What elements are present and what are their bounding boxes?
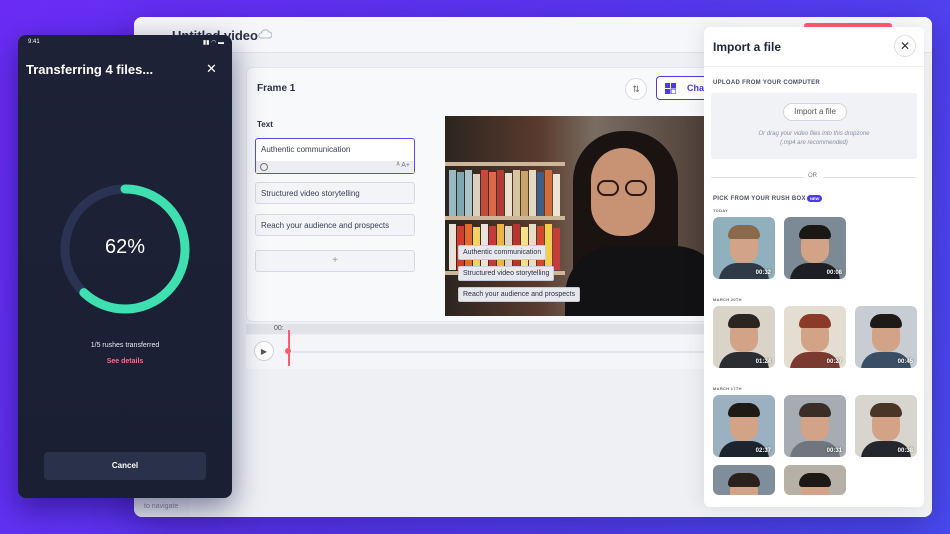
date-label-march-20: MARCH 20TH <box>713 297 742 302</box>
panel-title: Import a file <box>713 40 782 54</box>
dropzone[interactable]: Import a file Or drag your video files i… <box>711 93 917 159</box>
play-button[interactable]: ▶ <box>254 341 274 361</box>
reorder-button[interactable]: ⇅ <box>625 78 647 100</box>
phone-screen: 9:41 ▮▮ ◠ ▬ Transferring 4 files... ✕ 62… <box>18 35 232 498</box>
date-label-march-17: MARCH 17TH <box>713 386 742 391</box>
timeline-time: 00: <box>274 325 284 332</box>
status-time: 9:41 <box>28 39 40 45</box>
status-icons: ▮▮ ◠ ▬ <box>202 40 224 46</box>
timeline-track[interactable] <box>292 351 712 353</box>
import-file-button[interactable]: Import a file <box>783 103 847 121</box>
playhead-handle[interactable] <box>285 348 291 354</box>
video-preview[interactable]: Authentic communication Structured video… <box>445 116 717 316</box>
text-field-3-value: Reach your audience and prospects <box>261 221 390 230</box>
font-size-icon[interactable]: ᴬ A+ <box>397 162 411 169</box>
divider <box>704 66 924 67</box>
rush-thumbnail[interactable]: 01:24 <box>713 306 775 368</box>
play-icon: ▶ <box>260 347 268 356</box>
rush-duration: 00:31 <box>826 448 842 454</box>
frame-title: Frame 1 <box>257 83 296 94</box>
drop-hint: Or drag your video files into this dropz… <box>711 130 917 148</box>
person-body <box>565 246 717 316</box>
rush-thumbnail[interactable]: 00:38 <box>855 395 917 457</box>
text-field-3[interactable]: Reach your audience and prospects <box>255 214 415 236</box>
add-text-button[interactable]: + <box>255 250 415 272</box>
reorder-icon: ⇅ <box>632 84 640 94</box>
layout-grid-icon <box>665 83 676 94</box>
navigation-hint: to navigate <box>144 503 179 510</box>
rush-thumbnail[interactable] <box>784 465 846 495</box>
add-icon: + <box>332 255 338 266</box>
glasses <box>625 180 647 196</box>
text-toolbar: ᴬ A+ <box>256 161 414 173</box>
rush-thumbnail[interactable]: 00:31 <box>784 395 846 457</box>
divider <box>823 177 917 178</box>
caption-1: Authentic communication <box>458 245 547 260</box>
date-label-today: TODAY <box>713 208 729 213</box>
rush-duration: 00:38 <box>897 448 913 454</box>
rush-box-heading: PICK FROM YOUR RUSH BOX <box>713 196 806 202</box>
cancel-button[interactable]: Cancel <box>44 452 206 480</box>
rush-duration: 01:24 <box>755 359 771 365</box>
rush-duration: 00:32 <box>755 270 771 276</box>
rush-thumbnail[interactable]: 00:08 <box>784 217 846 279</box>
close-icon[interactable]: ✕ <box>206 61 217 77</box>
emoji-icon[interactable] <box>260 163 268 171</box>
timeline-ruler <box>246 324 716 334</box>
drop-hint-line-2: (.mp4 are recommended) <box>780 140 848 146</box>
rushes-transferred: 1/5 rushes transferred <box>90 342 160 349</box>
rush-thumbnail[interactable]: 00:32 <box>713 217 775 279</box>
frame-card: Frame 1 ⇅ Change Text Authentic communic… <box>246 67 726 322</box>
rush-thumbnail[interactable]: 02:37 <box>713 395 775 457</box>
upload-heading: UPLOAD FROM YOUR COMPUTER <box>713 80 821 86</box>
see-details-link[interactable]: See details <box>18 358 232 365</box>
transfer-title: Transferring 4 files... <box>26 62 154 77</box>
caption-2: Structured video storytelling <box>458 266 555 281</box>
divider <box>711 177 805 178</box>
rush-thumbnail[interactable]: 00:45 <box>855 306 917 368</box>
books-row <box>449 166 569 216</box>
text-field-2[interactable]: Structured video storytelling <box>255 182 415 204</box>
drop-hint-line-1: Or drag your video files into this dropz… <box>758 131 870 137</box>
rush-duration: 00:27 <box>826 359 842 365</box>
rush-duration: 00:45 <box>897 359 913 365</box>
or-label: OR <box>808 173 817 179</box>
glasses <box>597 180 619 196</box>
rush-thumbnail[interactable]: 00:27 <box>784 306 846 368</box>
new-badge: NEW <box>807 195 823 202</box>
text-field-1[interactable]: Authentic communication ᴬ A+ <box>255 138 415 174</box>
rush-duration: 00:08 <box>826 270 842 276</box>
caption-3: Reach your audience and prospects <box>458 287 581 302</box>
cloud-icon <box>258 29 272 39</box>
import-panel: Import a file ✕ UPLOAD FROM YOUR COMPUTE… <box>704 27 924 507</box>
text-field-2-value: Structured video storytelling <box>261 189 360 198</box>
close-icon: ✕ <box>899 39 911 53</box>
rush-duration: 02:37 <box>755 448 771 454</box>
text-field-1-value: Authentic communication <box>261 145 351 154</box>
progress-percent: 62% <box>104 236 146 258</box>
rush-thumbnail[interactable] <box>713 465 775 495</box>
close-button[interactable]: ✕ <box>894 35 916 57</box>
text-section-label: Text <box>257 120 273 129</box>
